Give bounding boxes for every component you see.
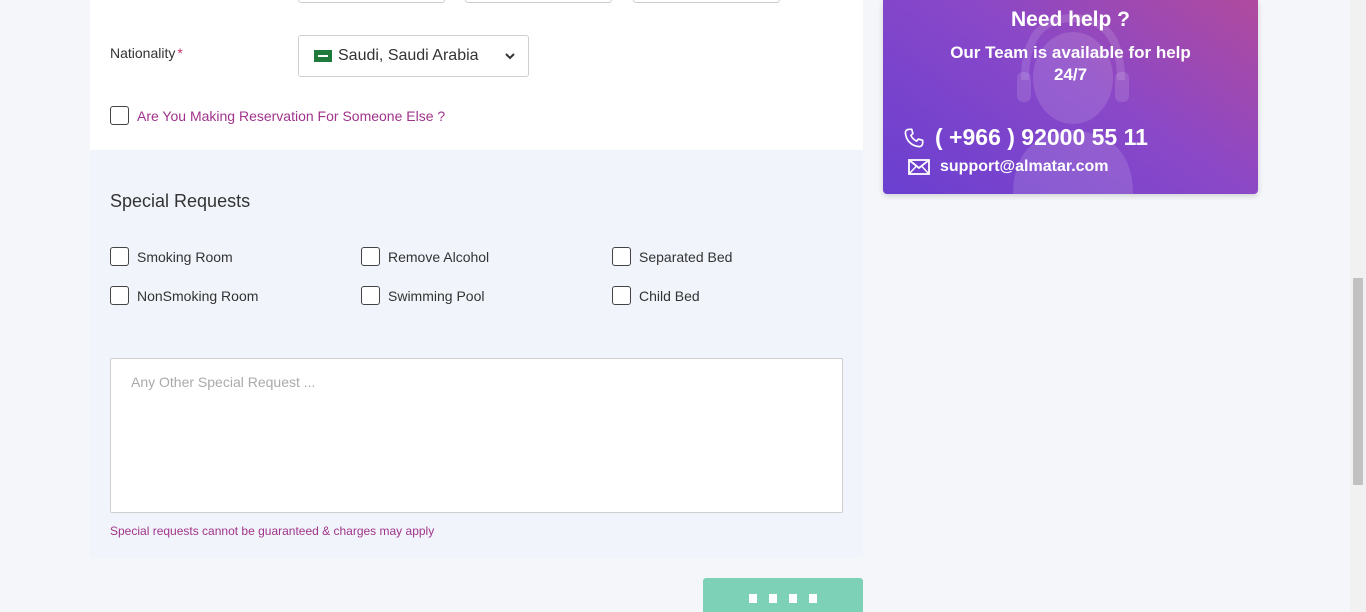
option-separated-bed[interactable]: Separated Bed	[612, 247, 732, 266]
traveller-form: Nationality * Saudi, Saudi Arabia Are You…	[90, 0, 863, 150]
help-email[interactable]: support@almatar.com	[908, 158, 1109, 176]
page-scrollbar[interactable]	[1350, 0, 1366, 612]
nationality-value: Saudi, Saudi Arabia	[338, 47, 479, 64]
help-card: Need help ? Our Team is available for he…	[883, 0, 1258, 194]
reservation-else-checkbox[interactable]	[110, 106, 129, 125]
nonsmoking-room-checkbox[interactable]	[110, 286, 129, 305]
option-label[interactable]: Smoking Room	[137, 249, 233, 265]
last-name-input[interactable]	[633, 0, 780, 3]
nationality-select[interactable]: Saudi, Saudi Arabia	[298, 35, 529, 77]
help-subtitle: Our Team is available for help 24/7	[950, 43, 1191, 84]
swimming-pool-checkbox[interactable]	[361, 286, 380, 305]
option-label[interactable]: Swimming Pool	[388, 288, 484, 304]
textarea-placeholder: Any Other Special Request ...	[131, 374, 316, 390]
required-mark: *	[177, 45, 183, 61]
phone-icon	[904, 127, 924, 147]
saudi-flag-icon	[314, 50, 332, 62]
option-swimming-pool[interactable]: Swimming Pool	[361, 286, 484, 305]
option-label[interactable]: NonSmoking Room	[137, 288, 258, 304]
reservation-else-label[interactable]: Are You Making Reservation For Someone E…	[137, 108, 445, 124]
option-label[interactable]: Child Bed	[639, 288, 700, 304]
reservation-else-row[interactable]: Are You Making Reservation For Someone E…	[110, 106, 445, 125]
first-name-input[interactable]	[298, 0, 445, 3]
chevron-down-icon	[505, 53, 515, 60]
option-label[interactable]: Separated Bed	[639, 249, 732, 265]
help-title: Need help ?	[1010, 8, 1131, 31]
loading-dot	[769, 593, 777, 603]
loading-dot	[809, 593, 817, 603]
remove-alcohol-checkbox[interactable]	[361, 247, 380, 266]
loading-dot	[789, 593, 797, 603]
submit-button[interactable]	[703, 578, 863, 612]
option-child-bed[interactable]: Child Bed	[612, 286, 700, 305]
smoking-room-checkbox[interactable]	[110, 247, 129, 266]
special-request-textarea[interactable]: Any Other Special Request ...	[110, 358, 843, 513]
scrollbar-thumb[interactable]	[1353, 278, 1363, 485]
nationality-label: Nationality *	[110, 45, 183, 61]
option-nonsmoking-room[interactable]: NonSmoking Room	[110, 286, 258, 305]
email-address[interactable]: support@almatar.com	[940, 158, 1109, 176]
child-bed-checkbox[interactable]	[612, 286, 631, 305]
option-remove-alcohol[interactable]: Remove Alcohol	[361, 247, 489, 266]
special-requests-section: Special Requests Smoking Room Remove Alc…	[90, 150, 863, 558]
middle-name-input[interactable]	[465, 0, 612, 3]
phone-number[interactable]: ( +966 ) 92000 55 11	[935, 124, 1148, 151]
option-smoking-room[interactable]: Smoking Room	[110, 247, 233, 266]
loading-dot	[749, 593, 757, 603]
mail-icon	[908, 159, 930, 175]
nationality-label-text: Nationality	[110, 45, 176, 61]
option-label[interactable]: Remove Alcohol	[388, 249, 489, 265]
help-phone[interactable]: ( +966 ) 92000 55 11	[903, 124, 1148, 151]
special-requests-title: Special Requests	[110, 191, 251, 211]
separated-bed-checkbox[interactable]	[612, 247, 631, 266]
special-requests-note: Special requests cannot be guaranteed & …	[110, 524, 435, 538]
